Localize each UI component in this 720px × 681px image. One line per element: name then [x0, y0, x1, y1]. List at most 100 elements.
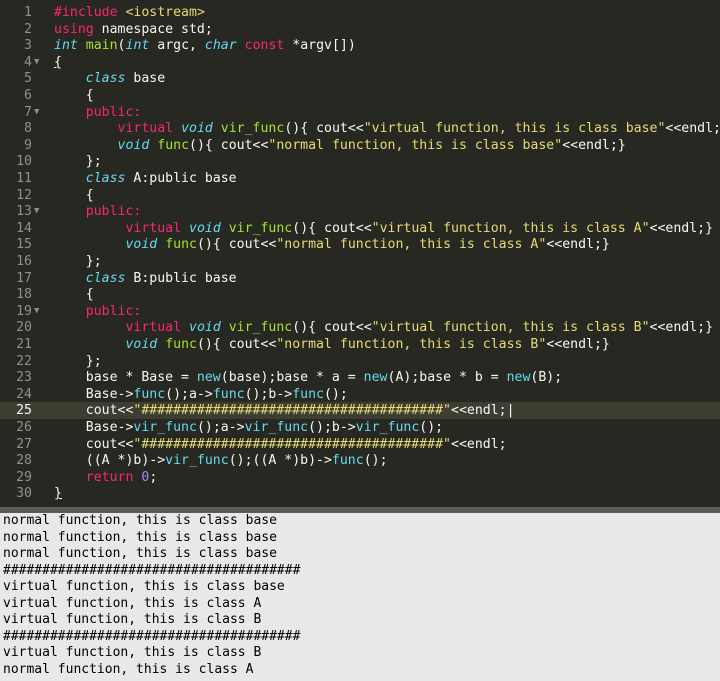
- code-token: vir_func: [165, 453, 229, 469]
- line-number: 15: [16, 237, 32, 253]
- code-line[interactable]: 19 ▼ public:: [0, 303, 720, 320]
- code-token: "######################################": [133, 403, 451, 419]
- code-line[interactable]: 18 {: [0, 286, 720, 303]
- code-token: ((A *)b)->: [85, 453, 166, 469]
- line-number: 21: [16, 337, 32, 352]
- code-line[interactable]: 12 {: [0, 187, 720, 204]
- code-line[interactable]: 10 };: [0, 153, 720, 170]
- code-token: "virtual function, this is class A": [371, 220, 650, 236]
- line-number: 3: [24, 38, 32, 54]
- code-token: *argv[]): [284, 38, 356, 54]
- code-line[interactable]: 6 {: [0, 87, 720, 104]
- line-number: 29: [16, 469, 32, 485]
- line-number: 6: [24, 88, 32, 103]
- code-token: return: [85, 469, 134, 485]
- code-token: void: [181, 121, 213, 137]
- code-token: (B);: [530, 370, 563, 386]
- line-number: 7: [24, 104, 32, 120]
- code-line[interactable]: 4 ▼ {: [0, 54, 720, 71]
- code-line[interactable]: 26 Base->vir_func();a->vir_func();b->vir…: [0, 419, 720, 436]
- code-token: <<endl;}: [546, 237, 610, 253]
- fold-toggle-icon[interactable]: ▼: [34, 54, 44, 71]
- code-line[interactable]: 16 };: [0, 253, 720, 270]
- line-number: 1: [24, 5, 32, 20]
- code-line[interactable]: 7 ▼ public:: [0, 104, 720, 121]
- code-token: Base->: [85, 420, 134, 435]
- code-token: using: [54, 21, 94, 37]
- code-line[interactable]: 13 ▼ public:: [0, 203, 720, 220]
- code-token: (){ cout<<: [196, 237, 277, 253]
- line-number: 20: [16, 320, 32, 336]
- code-line[interactable]: 3 int main(int argc, char const *argv[]): [0, 37, 720, 54]
- code-line[interactable]: 11 class A:public base: [0, 170, 720, 187]
- code-token: "normal function, this is class B": [276, 337, 547, 352]
- code-text: virtual void vir_func(){ cout<<"virtual …: [54, 220, 713, 237]
- code-token: vir_func: [133, 420, 197, 435]
- code-token: "virtual function, this is class B": [371, 320, 650, 336]
- fold-toggle-icon[interactable]: ▼: [34, 104, 44, 121]
- code-token: public:: [85, 303, 142, 319]
- code-line[interactable]: 29 return 0;: [0, 469, 720, 486]
- code-line[interactable]: 15 void func(){ cout<<"normal function, …: [0, 236, 720, 253]
- code-token: (){ cout<<: [292, 320, 372, 336]
- code-text: };: [54, 253, 102, 270]
- code-line[interactable]: 24 Base->func();a->func();b->func();: [0, 386, 720, 403]
- code-line[interactable]: 21 void func(){ cout<<"normal function, …: [0, 336, 720, 353]
- code-token: func: [165, 237, 197, 253]
- code-line[interactable]: 23 base * Base = new(base);base * a = ne…: [0, 369, 720, 386]
- code-text: {: [54, 54, 62, 71]
- code-line[interactable]: 8 virtual void vir_func(){ cout<<"virtua…: [0, 120, 720, 137]
- line-number: 4: [24, 54, 32, 70]
- line-number: 25: [16, 403, 32, 419]
- code-text: base * Base = new(base);base * a = new(A…: [54, 369, 562, 386]
- code-line[interactable]: 9 void func(){ cout<<"normal function, t…: [0, 137, 720, 154]
- code-token: "normal function, this is class A": [276, 237, 547, 253]
- code-line[interactable]: 1 #include <iostream>: [0, 4, 720, 21]
- code-line[interactable]: 22 };: [0, 353, 720, 370]
- console-output-line: virtual function, this is class base: [3, 579, 285, 594]
- code-token: vir_func: [355, 420, 420, 435]
- code-line[interactable]: 25 cout<<"##############################…: [0, 402, 720, 420]
- code-token: new: [363, 370, 388, 386]
- code-line[interactable]: 28 ((A *)b)->vir_func();((A *)b)->func()…: [0, 452, 720, 469]
- code-token: "normal function, this is class base": [268, 137, 563, 153]
- code-token: <<endl;}: [649, 320, 714, 336]
- code-token: vir_func: [228, 220, 293, 236]
- code-token: class: [85, 71, 126, 87]
- code-text: Base->vir_func();a->vir_func();b->vir_fu…: [54, 419, 443, 436]
- code-token: <iostream>: [125, 5, 205, 20]
- code-token: "virtual function, this is class base": [363, 121, 666, 137]
- code-line[interactable]: 5 class base: [0, 70, 720, 87]
- line-number: 30: [16, 486, 32, 502]
- code-token: class: [85, 171, 126, 186]
- code-token: virtual: [125, 320, 182, 336]
- code-text: int main(int argc, char const *argv[]): [54, 37, 356, 54]
- code-token: new: [196, 370, 221, 386]
- code-token: };: [85, 353, 102, 369]
- code-token: void: [189, 320, 221, 336]
- code-text: };: [54, 353, 102, 370]
- code-line[interactable]: 17 class B:public base: [0, 270, 720, 287]
- fold-toggle-icon[interactable]: ▼: [34, 203, 44, 220]
- code-token: func: [157, 137, 190, 153]
- code-line[interactable]: 27 cout<<"##############################…: [0, 436, 720, 453]
- output-console[interactable]: normal function, this is class base norma…: [0, 513, 720, 681]
- line-number: 13: [16, 204, 32, 220]
- code-token: }: [54, 486, 62, 502]
- code-line[interactable]: 14 virtual void vir_func(){ cout<<"virtu…: [0, 220, 720, 237]
- fold-toggle-icon[interactable]: ▼: [34, 303, 44, 320]
- code-token: public:: [85, 104, 142, 120]
- line-number: 11: [16, 171, 32, 186]
- code-editor[interactable]: 1 #include <iostream> 2 using namespace std…: [0, 0, 720, 507]
- code-line[interactable]: 20 virtual void vir_func(){ cout<<"virtu…: [0, 319, 720, 336]
- code-line[interactable]: 2 using namespace std;: [0, 21, 720, 38]
- code-token: {: [85, 88, 94, 103]
- code-line[interactable]: 30}: [0, 485, 720, 502]
